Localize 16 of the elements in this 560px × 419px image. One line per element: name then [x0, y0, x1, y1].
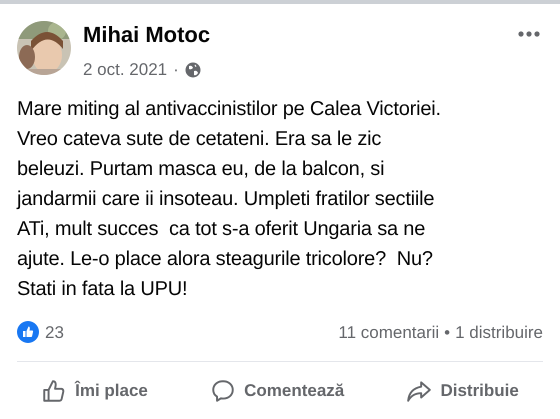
author-name[interactable]: Mihai Motoc	[83, 21, 210, 49]
like-button[interactable]: Îmi place	[41, 376, 148, 406]
comment-count[interactable]: 11 comentarii	[338, 320, 440, 345]
post-date[interactable]: 2 oct. 2021	[83, 57, 168, 82]
like-icon[interactable]	[17, 321, 39, 344]
thumbs-up-icon	[41, 378, 68, 404]
separator: ·	[173, 59, 179, 81]
globe-icon	[184, 62, 201, 78]
reaction-count[interactable]: 23	[45, 320, 64, 345]
speech-bubble-icon	[210, 378, 236, 404]
post-text: Mare miting al antivaccinistilor pe Calea Victoriei. Vreo cateva sute de cetateni. Era sa le zic beleuzi. Purtam masca eu, de la balcon, si jandarmii care ii insoteau. Umpleti fratilor sectiile ATi, mult succes ca tot s-a oferit Ungaria sa ne ajute. Le-o place alora steagurile tricolore? Nu? Stati in fata la UPU!	[16, 96, 442, 302]
more-options-icon[interactable]	[518, 31, 540, 37]
comment-button[interactable]: Comentează	[210, 376, 344, 406]
share-button[interactable]: Distribuie	[406, 376, 519, 406]
share-count[interactable]: 1 distribuire	[455, 320, 543, 345]
separator: •	[444, 322, 450, 344]
